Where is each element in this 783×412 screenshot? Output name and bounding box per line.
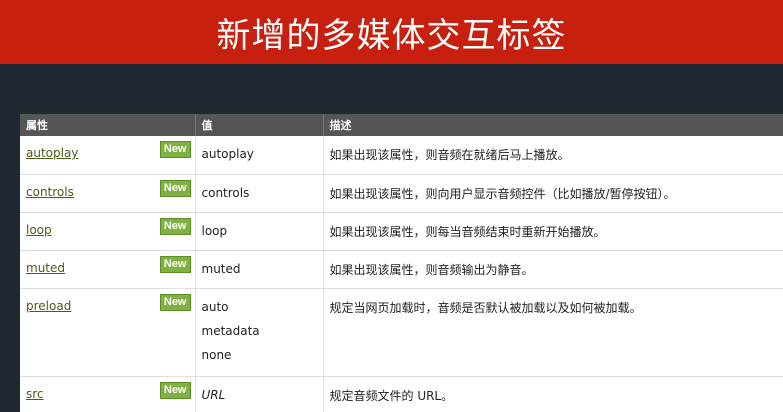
table-row: muted New muted 如果出现该属性，则音频输出为静音。 xyxy=(20,250,783,289)
attr-cell: controls New xyxy=(20,174,196,213)
new-badge: New xyxy=(159,141,191,158)
value-text: controls xyxy=(201,185,250,200)
value-cell: URL xyxy=(195,376,324,412)
value-cell: autoplay xyxy=(195,136,324,175)
attr-link-src[interactable]: src xyxy=(26,387,44,401)
value-cell: auto metadata none xyxy=(195,288,324,377)
attr-link-preload[interactable]: preload xyxy=(26,299,71,313)
new-badge: New xyxy=(159,217,191,235)
description-cell: 如果出现该属性，则音频在就绪后马上播放。 xyxy=(323,136,783,175)
attr-link-autoplay[interactable]: autoplay xyxy=(26,146,78,160)
value-text: metadata xyxy=(201,323,260,338)
attr-cell: muted New xyxy=(20,250,196,289)
value-text: loop xyxy=(201,223,228,238)
attr-cell: preload New xyxy=(20,288,196,377)
attr-cell: autoplay New xyxy=(20,136,196,175)
attr-cell: loop New xyxy=(20,212,196,251)
value-text: none xyxy=(201,347,232,362)
table-header-row: 属性 值 描述 xyxy=(20,114,783,136)
title-banner: 新增的多媒体交互标签 xyxy=(0,0,783,64)
description-cell: 规定音频文件的 URL。 xyxy=(323,376,783,412)
table-row: preload New auto metadata none 规定当网页加载时，… xyxy=(20,288,783,377)
table-row: src New URL 规定音频文件的 URL。 xyxy=(20,376,783,412)
attr-link-controls[interactable]: controls xyxy=(26,185,74,199)
header-attribute: 属性 xyxy=(20,114,196,136)
new-badge: New xyxy=(159,255,191,273)
description-cell: 如果出现该属性，则音频输出为静音。 xyxy=(323,250,783,289)
description-cell: 如果出现该属性，则向用户显示音频控件（比如播放/暂停按钮）。 xyxy=(323,174,783,213)
attribute-table-container: 属性 值 描述 autoplay New autoplay 如果出现该属性，则音… xyxy=(20,114,783,412)
new-badge: New xyxy=(159,293,191,311)
new-badge: New xyxy=(159,179,191,197)
value-cell: loop xyxy=(195,212,324,251)
value-cell: controls xyxy=(195,174,324,213)
header-value: 值 xyxy=(195,114,324,136)
attr-cell: src New xyxy=(20,376,196,412)
description-cell: 如果出现该属性，则每当音频结束时重新开始播放。 xyxy=(323,212,783,251)
attr-link-muted[interactable]: muted xyxy=(26,261,65,275)
value-cell: muted xyxy=(195,250,324,289)
new-badge: New xyxy=(159,381,191,399)
value-text: muted xyxy=(201,261,241,276)
table-row: controls New controls 如果出现该属性，则向用户显示音频控件… xyxy=(20,174,783,213)
attr-link-loop[interactable]: loop xyxy=(26,223,52,237)
table-row: loop New loop 如果出现该属性，则每当音频结束时重新开始播放。 xyxy=(20,212,783,251)
value-text: auto xyxy=(201,299,229,314)
table-row: autoplay New autoplay 如果出现该属性，则音频在就绪后马上播… xyxy=(20,136,783,175)
header-description: 描述 xyxy=(323,114,783,136)
page-title: 新增的多媒体交互标签 xyxy=(216,15,567,56)
description-cell: 规定当网页加载时，音频是否默认被加载以及如何被加载。 xyxy=(323,288,783,377)
value-text: URL xyxy=(201,387,226,402)
value-text: autoplay xyxy=(201,147,254,161)
attribute-table: 属性 值 描述 autoplay New autoplay 如果出现该属性，则音… xyxy=(20,114,783,412)
